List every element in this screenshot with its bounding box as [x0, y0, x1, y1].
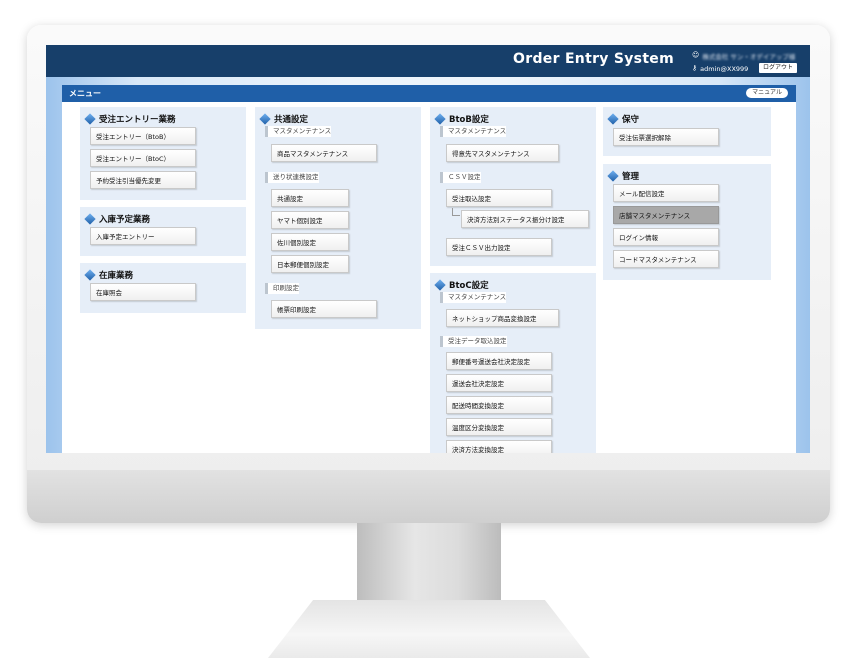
user-info: ☺ 株式会社 サン・オデイアップ様 ⚷ admin@XX999 ログアウト: [692, 49, 804, 75]
diamond-icon: [607, 113, 619, 125]
product-master-button[interactable]: 商品マスタメンテナンス: [271, 144, 377, 162]
diamond-icon: [84, 113, 96, 125]
section-title: 受注エントリー業務: [99, 115, 176, 125]
group-label: 印刷設定: [265, 283, 299, 294]
section-title: 在庫業務: [99, 271, 134, 281]
section-title: BtoB設定: [449, 115, 489, 125]
section-title: 共通設定: [274, 115, 309, 125]
tree-connector: [452, 208, 460, 216]
menu-title: メニュー: [69, 89, 101, 98]
menu-panel: メニュー マニュアル 受注エントリー業務 受注エントリー（BtoB） 受注エント…: [62, 85, 796, 453]
monitor-base: [268, 600, 590, 658]
sagawa-settings-button[interactable]: 佐川個別設定: [271, 233, 349, 251]
store-master-button[interactable]: 店舗マスタメンテナンス: [613, 206, 719, 224]
group-label: ＣＳＶ設定: [440, 172, 481, 183]
monitor-stand: [357, 523, 501, 613]
key-icon: ⚷: [692, 64, 698, 72]
diamond-icon: [84, 269, 96, 281]
diamond-icon: [434, 113, 446, 125]
user-id: admin@XX999: [700, 64, 749, 73]
group-label: 受注データ取込設定: [440, 336, 507, 347]
customer-master-button[interactable]: 得意先マスタメンテナンス: [446, 144, 559, 162]
group-label: マスタメンテナンス: [440, 292, 507, 303]
order-entry-btoc-button[interactable]: 受注エントリー（BtoC）: [90, 149, 196, 167]
inventory-inquiry-button[interactable]: 在庫照会: [90, 283, 196, 301]
diamond-icon: [84, 213, 96, 225]
diamond-icon: [259, 113, 271, 125]
section-title: BtoC設定: [449, 281, 489, 291]
temperature-button[interactable]: 温度区分変換設定: [446, 418, 552, 436]
receiving-entry-button[interactable]: 入庫予定エントリー: [90, 227, 196, 245]
diamond-icon: [607, 170, 619, 182]
section-order-entry: 受注エントリー業務 受注エントリー（BtoB） 受注エントリー（BtoC） 予約…: [80, 107, 246, 200]
logout-button[interactable]: ログアウト: [759, 63, 798, 73]
company-name: 株式会社 サン・オデイアップ様: [702, 52, 796, 61]
carrier-settings-button[interactable]: 運送会社決定設定: [446, 374, 552, 392]
diamond-icon: [434, 279, 446, 291]
delivery-time-button[interactable]: 配送時間変換設定: [446, 396, 552, 414]
section-title: 保守: [622, 115, 640, 125]
section-title: 管理: [622, 172, 640, 182]
monitor-chin: [27, 470, 830, 523]
zipcode-carrier-button[interactable]: 郵便番号運送会社決定設定: [446, 352, 552, 370]
section-common: 共通設定 マスタメンテナンス 商品マスタメンテナンス 送り状連携設定 共通設定 …: [255, 107, 421, 329]
mail-settings-button[interactable]: メール配信設定: [613, 184, 719, 202]
order-csv-output-button[interactable]: 受注ＣＳＶ出力設定: [446, 238, 552, 256]
code-master-button[interactable]: コードマスタメンテナンス: [613, 250, 719, 268]
manual-button[interactable]: マニュアル: [746, 88, 788, 98]
japanpost-settings-button[interactable]: 日本郵便個別設定: [271, 255, 349, 273]
section-btoc: BtoC設定 マスタメンテナンス ネットショップ商品変換設定 受注データ取込設定…: [430, 273, 596, 453]
order-import-settings-button[interactable]: 受注取込設定: [446, 189, 552, 207]
menu-header: メニュー マニュアル: [62, 85, 796, 102]
section-inventory: 在庫業務 在庫照会: [80, 263, 246, 313]
group-label: マスタメンテナンス: [265, 126, 332, 137]
order-entry-btob-button[interactable]: 受注エントリー（BtoB）: [90, 127, 196, 145]
payment-status-settings-button[interactable]: 決済方法別ステータス振分け設定: [461, 210, 589, 228]
screen: Order Entry System ☺ 株式会社 サン・オデイアップ様 ⚷ a…: [46, 45, 810, 453]
yamato-settings-button[interactable]: ヤマト個別設定: [271, 211, 349, 229]
app-title: Order Entry System: [513, 51, 674, 67]
print-settings-button[interactable]: 帳票印刷設定: [271, 300, 377, 318]
section-btob: BtoB設定 マスタメンテナンス 得意先マスタメンテナンス ＣＳＶ設定 受注取込…: [430, 107, 596, 266]
payment-method-button[interactable]: 決済方法変換設定: [446, 440, 552, 453]
reservation-priority-button[interactable]: 予約受注引当優先変更: [90, 171, 196, 189]
section-admin: 管理 メール配信設定 店舗マスタメンテナンス ログイン情報 コードマスタメンテナ…: [603, 164, 771, 280]
section-title: 入庫予定業務: [99, 215, 151, 225]
top-bar: Order Entry System ☺ 株式会社 サン・オデイアップ様 ⚷ a…: [46, 45, 810, 77]
group-label: 送り状連携設定: [265, 172, 319, 183]
login-info-button[interactable]: ログイン情報: [613, 228, 719, 246]
group-label: マスタメンテナンス: [440, 126, 507, 137]
common-settings-button[interactable]: 共通設定: [271, 189, 349, 207]
section-maintenance: 保守 受注伝票選択解除: [603, 107, 771, 156]
order-slip-unlock-button[interactable]: 受注伝票選択解除: [613, 128, 719, 146]
section-receiving: 入庫予定業務 入庫予定エントリー: [80, 207, 246, 256]
netshop-product-button[interactable]: ネットショップ商品変換設定: [446, 309, 559, 327]
user-circle-icon: ☺: [692, 51, 700, 59]
